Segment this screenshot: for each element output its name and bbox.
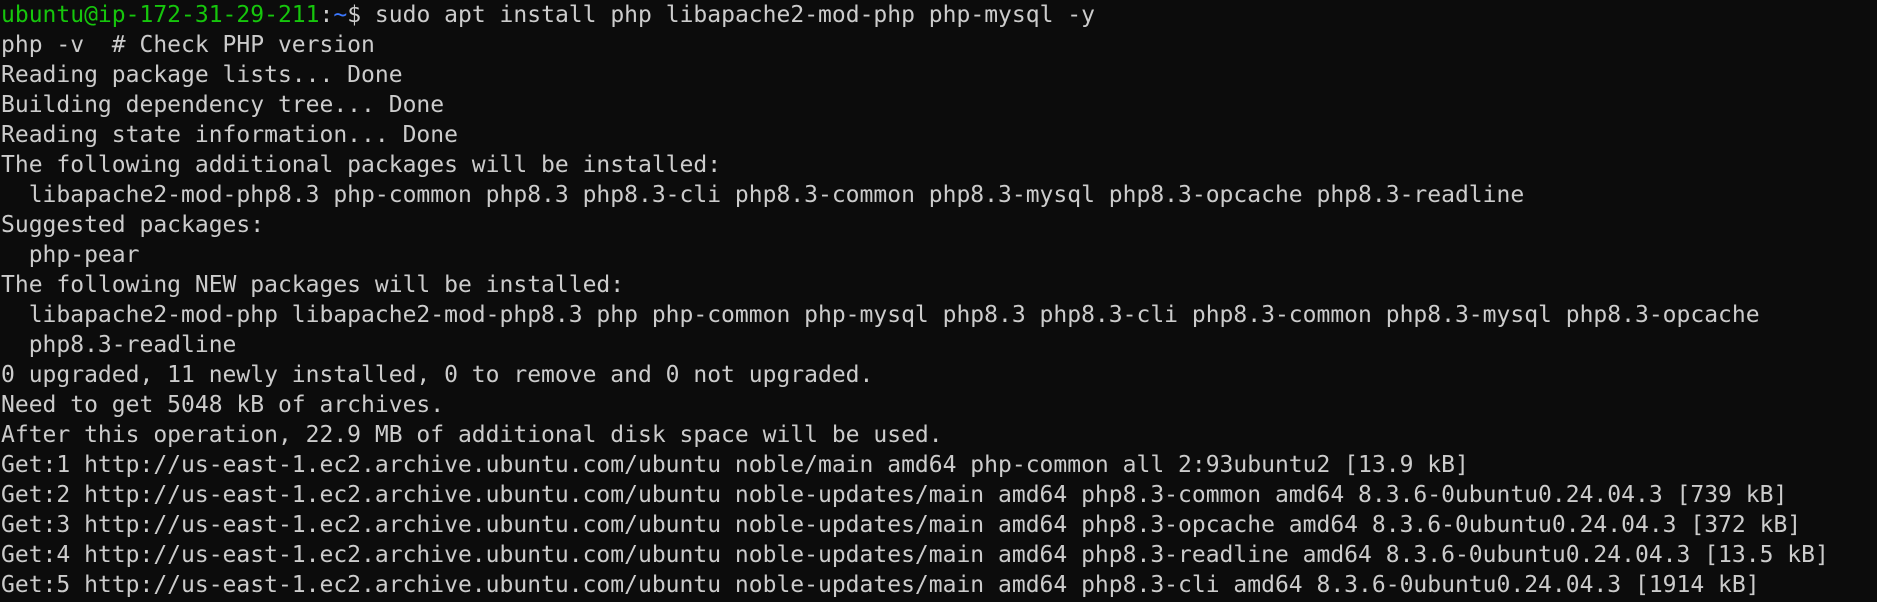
output-line: Get:2 http://us-east-1.ec2.archive.ubunt… xyxy=(1,482,1788,508)
terminal-window[interactable]: ubuntu@ip-172-31-29-211:~$ sudo apt inst… xyxy=(0,0,1877,602)
output-line: Reading state information... Done xyxy=(1,122,458,148)
output-line: After this operation, 22.9 MB of additio… xyxy=(1,422,943,448)
prompt-symbol: $ xyxy=(347,2,362,28)
output-line: Get:4 http://us-east-1.ec2.archive.ubunt… xyxy=(1,542,1829,568)
output-line: php -v # Check PHP version xyxy=(1,32,375,58)
prompt-line: ubuntu@ip-172-31-29-211:~$ sudo apt inst… xyxy=(1,0,1877,30)
output-line: Get:1 http://us-east-1.ec2.archive.ubunt… xyxy=(1,452,1469,478)
output-line: The following additional packages will b… xyxy=(1,152,722,178)
output-line: Reading package lists... Done xyxy=(1,62,403,88)
output-line: Need to get 5048 kB of archives. xyxy=(1,392,445,418)
output-line: Get:5 http://us-east-1.ec2.archive.ubunt… xyxy=(1,572,1760,598)
prompt-command: sudo apt install php libapache2-mod-php … xyxy=(361,2,1095,28)
prompt-colon: : xyxy=(319,2,334,28)
output-line: The following NEW packages will be insta… xyxy=(1,272,625,298)
output-line: 0 upgraded, 11 newly installed, 0 to rem… xyxy=(1,362,874,388)
output-line: libapache2-mod-php libapache2-mod-php8.3… xyxy=(1,302,1760,328)
output-line: php-pear xyxy=(1,242,140,268)
output-line: Get:3 http://us-east-1.ec2.archive.ubunt… xyxy=(1,512,1802,538)
output-line: libapache2-mod-php8.3 php-common php8.3 … xyxy=(1,182,1525,208)
prompt-user-host: ubuntu@ip-172-31-29-211 xyxy=(1,2,320,28)
prompt-path: ~ xyxy=(333,2,348,28)
output-line: Suggested packages: xyxy=(1,212,265,238)
output-line: Building dependency tree... Done xyxy=(1,92,445,118)
output-line: php8.3-readline xyxy=(1,332,237,358)
